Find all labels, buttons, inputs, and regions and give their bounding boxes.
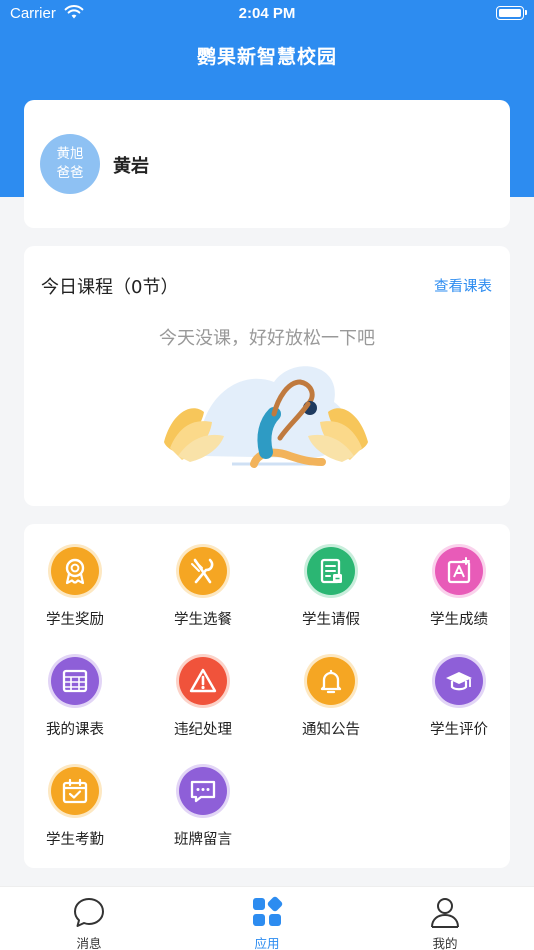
app-label: 学生请假 xyxy=(302,612,360,628)
avatar-text-line1: 黄旭 xyxy=(56,146,84,162)
app-label: 通知公告 xyxy=(302,722,360,738)
chat-bubble-icon xyxy=(74,898,104,927)
message-icon xyxy=(179,767,227,815)
app-student-award[interactable]: 学生奖励 xyxy=(24,526,134,628)
relax-yoga-illustration xyxy=(164,366,368,468)
app-label: 学生奖励 xyxy=(46,612,104,628)
app-label: 学生评价 xyxy=(430,722,488,738)
tab-mine[interactable]: 我的 xyxy=(400,893,490,950)
app-label: 我的课表 xyxy=(46,722,104,738)
bell-icon xyxy=(307,657,355,705)
today-course-title: 今日课程（0节） xyxy=(41,277,179,298)
tab-label: 应用 xyxy=(254,936,280,950)
tab-apps[interactable]: 应用 xyxy=(222,893,312,950)
app-student-grades[interactable]: 学生成绩 xyxy=(408,526,518,628)
app-label: 违纪处理 xyxy=(174,722,232,738)
app-attendance[interactable]: 学生考勤 xyxy=(24,746,134,848)
page-title: 鹦果新智慧校园 xyxy=(196,46,337,68)
app-label: 班牌留言 xyxy=(174,832,232,848)
tab-messages[interactable]: 消息 xyxy=(44,893,134,950)
app-label: 学生成绩 xyxy=(430,612,488,628)
view-timetable-link[interactable]: 查看课表 xyxy=(434,275,492,296)
leave-document-icon xyxy=(307,547,355,595)
person-icon xyxy=(431,898,459,928)
apps-grid-icon xyxy=(253,896,283,926)
graduation-cap-icon xyxy=(435,657,483,705)
clock: 2:04 PM xyxy=(238,5,296,22)
profile-card[interactable]: 黄旭 爸爸 黄岩 xyxy=(24,100,510,228)
fork-knife-icon xyxy=(179,547,227,595)
profile-name: 黄岩 xyxy=(113,156,149,177)
tab-bar: 消息 应用 我的 xyxy=(0,886,534,950)
app-notice[interactable]: 通知公告 xyxy=(280,636,390,738)
app-my-timetable[interactable]: 我的课表 xyxy=(24,636,134,738)
app-student-leave[interactable]: 学生请假 xyxy=(280,526,390,628)
tab-label: 我的 xyxy=(432,936,458,950)
empty-course-message: 今天没课，好好放松一下吧 xyxy=(159,328,375,349)
attendance-calendar-icon xyxy=(51,767,99,815)
award-icon xyxy=(51,547,99,595)
status-bar: Carrier 2:04 PM xyxy=(0,0,534,28)
app-student-evaluation[interactable]: 学生评价 xyxy=(408,636,518,738)
avatar[interactable]: 黄旭 爸爸 xyxy=(40,134,100,194)
app-meal-selection[interactable]: 学生选餐 xyxy=(152,526,262,628)
warning-icon xyxy=(179,657,227,705)
apps-grid-card: 学生奖励 学生选餐 学生请假 学生成绩 我的课表 违纪处理 通知公告 学生评价 … xyxy=(24,524,510,868)
calendar-grid-icon xyxy=(51,657,99,705)
today-course-card: 今日课程（0节） 查看课表 今天没课，好好放松一下吧 xyxy=(24,246,510,506)
tab-label: 消息 xyxy=(76,936,102,950)
avatar-text-line2: 爸爸 xyxy=(56,165,84,181)
grade-icon xyxy=(435,547,483,595)
app-label: 学生选餐 xyxy=(174,612,232,628)
app-discipline[interactable]: 违纪处理 xyxy=(152,636,262,738)
battery-icon xyxy=(496,6,527,20)
app-label: 学生考勤 xyxy=(46,832,104,848)
app-class-board-message[interactable]: 班牌留言 xyxy=(152,746,262,848)
